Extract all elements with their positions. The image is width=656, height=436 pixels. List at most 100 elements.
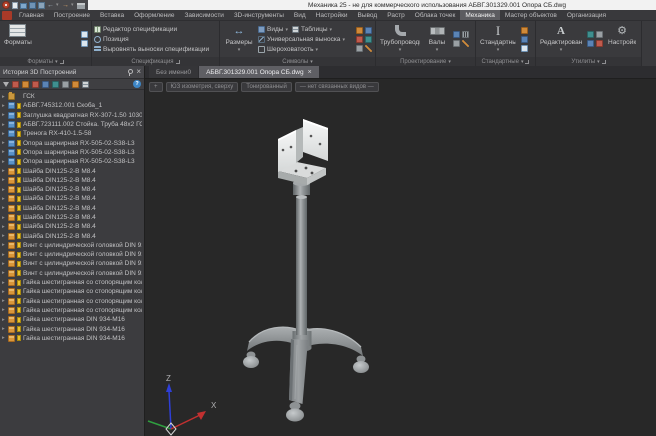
universal-leader-button[interactable]: Универсальная выноска [258, 34, 353, 44]
ribbon-tab[interactable]: Вставка [95, 10, 129, 20]
expand-arrow-icon[interactable] [2, 326, 6, 332]
weld-seam-icon[interactable] [356, 27, 363, 34]
align-leaders-button[interactable]: Выровнять выноски спецификации [94, 44, 217, 54]
ribbon-tab[interactable]: Зависимости [179, 10, 228, 20]
save-icon[interactable] [29, 2, 36, 9]
expand-arrow-icon[interactable] [2, 242, 6, 248]
tree-item[interactable]: Опора шарнирная RX-505-02-S38-L3 [0, 138, 144, 147]
standard-parts-button[interactable]: I Стандартные [478, 22, 518, 56]
expand-arrow-icon[interactable] [2, 159, 6, 165]
axis-icon[interactable] [32, 81, 39, 88]
expand-arrow-icon[interactable] [2, 224, 6, 230]
pin-icon[interactable] [127, 69, 132, 76]
expand-arrow-icon[interactable] [2, 112, 6, 118]
tree-item[interactable]: Шайба DIN125-2-B M8.4 [0, 176, 144, 185]
expand-arrow-icon[interactable] [2, 103, 6, 109]
tree-item[interactable]: ГСК [0, 92, 144, 101]
pipelines-button[interactable]: Трубопроводы [378, 22, 422, 56]
format-border-icon[interactable] [81, 40, 88, 47]
top-bracket[interactable] [278, 119, 328, 195]
dialog-launcher-icon[interactable] [176, 60, 180, 64]
new-document-icon[interactable] [12, 2, 18, 9]
expand-arrow-icon[interactable] [2, 149, 6, 155]
operation-icon[interactable] [62, 81, 69, 88]
block-icon[interactable] [521, 27, 528, 34]
save-as-icon[interactable] [38, 2, 45, 9]
expand-arrow-icon[interactable] [2, 205, 6, 211]
expand-arrow-icon[interactable] [2, 233, 6, 239]
tree-item[interactable]: Гайка шестигранная DIN 934-M16 [0, 324, 144, 333]
tolerance-icon[interactable] [356, 36, 363, 43]
position-button[interactable]: Позиция [94, 34, 217, 44]
document-tab[interactable]: Без имени0 [149, 66, 198, 78]
expand-arrow-icon[interactable] [2, 270, 6, 276]
plane-icon[interactable] [42, 81, 49, 88]
tree-item[interactable]: Шайба DIN125-2-B M8.4 [0, 231, 144, 240]
expand-arrow-icon[interactable] [2, 252, 6, 258]
rotate-icon[interactable] [596, 31, 603, 38]
hatch-icon[interactable] [365, 45, 372, 52]
marking-icon[interactable] [365, 27, 372, 34]
expand-arrow-icon[interactable] [2, 317, 6, 323]
help-icon[interactable]: ? [133, 80, 141, 88]
expand-arrow-icon[interactable] [2, 261, 6, 267]
expand-arrow-icon[interactable] [2, 307, 6, 313]
ribbon-tab[interactable]: Механика [460, 10, 500, 20]
expand-arrow-icon[interactable] [2, 168, 6, 174]
print-icon[interactable] [77, 3, 85, 9]
tree-item[interactable]: Гайка шестигранная со стопорящим кол [0, 278, 144, 287]
expand-arrow-icon[interactable] [2, 122, 6, 128]
expand-arrow-icon[interactable] [2, 280, 6, 286]
tree-item[interactable]: Винт с цилиндрической головкой DIN 91 [0, 259, 144, 268]
expand-arrow-icon[interactable] [2, 298, 6, 304]
panel-label-standards[interactable]: Стандартные [476, 57, 535, 66]
ribbon-tab[interactable]: Растр [382, 10, 410, 20]
fastener-icon[interactable] [453, 31, 460, 38]
panel-label-utilities[interactable]: Утилиты [536, 57, 641, 66]
expand-arrow-icon[interactable] [2, 187, 6, 193]
undo-icon[interactable]: ← [47, 2, 54, 9]
sketch-icon[interactable] [462, 40, 469, 47]
redo-dropdown-icon[interactable]: ▾ [71, 2, 75, 9]
shafts-button[interactable]: Валы [424, 22, 450, 56]
format-template-icon[interactable] [81, 31, 88, 38]
tree-item[interactable]: Гайка шестигранная DIN 934-M16 [0, 334, 144, 343]
ribbon-tab[interactable]: Мастер объектов [500, 10, 562, 20]
point-icon[interactable] [12, 81, 19, 88]
settings-button[interactable]: ⚙ Настройки [606, 22, 638, 56]
panel-label-formats[interactable]: Форматы [0, 57, 91, 66]
tree-item[interactable]: Винт с цилиндрической головкой DIN 91 [0, 241, 144, 250]
ribbon-tab[interactable]: Организация [562, 10, 611, 20]
sketch-tool-icon[interactable] [52, 81, 59, 88]
panel-label-design[interactable]: Проектирование [376, 57, 475, 66]
tree-item[interactable]: Гайка шестигранная со стопорящим кол [0, 297, 144, 306]
tree-item[interactable]: Тренога RX-410-1.5-58 [0, 129, 144, 138]
spring-icon[interactable] [462, 31, 469, 38]
tree-item[interactable]: Винт с цилиндрической головкой DIN 91 [0, 269, 144, 278]
ribbon-tab[interactable]: 3D-инструменты [229, 10, 289, 20]
tree-item[interactable]: Винт с цилиндрической головкой DIN 91 [0, 250, 144, 259]
profile-icon[interactable] [521, 36, 528, 43]
expand-arrow-icon[interactable] [2, 215, 6, 221]
ribbon-tab[interactable]: Главная [14, 10, 49, 20]
tree-item[interactable]: Заглушка квадратная RX-307-1.50 103094 [0, 111, 144, 120]
tree-item[interactable]: Шайба DIN125-2-B M8.4 [0, 166, 144, 175]
dialog-launcher-icon[interactable] [525, 60, 529, 64]
tables-button[interactable]: Таблицы [292, 24, 332, 34]
tree-item[interactable]: Гайка шестигранная DIN 934-M16 [0, 315, 144, 324]
tree-item[interactable]: Шайба DIN125-2-B M8.4 [0, 185, 144, 194]
sphere-icon[interactable] [22, 81, 29, 88]
expand-arrow-icon[interactable] [2, 140, 6, 146]
tree-item[interactable]: АБВГ.745312.001 Скоба_1 [0, 101, 144, 110]
filter-icon[interactable] [3, 82, 9, 87]
ribbon-tab[interactable]: Настройки [311, 10, 353, 20]
measure-icon[interactable] [587, 31, 594, 38]
grid-dots-icon[interactable] [596, 40, 603, 47]
views-button[interactable]: Виды [258, 24, 288, 34]
dimensions-button[interactable]: ↔ Размеры [222, 22, 256, 56]
panel-label-symbols[interactable]: Символы [220, 57, 375, 66]
undo-dropdown-icon[interactable]: ▾ [56, 2, 60, 9]
ribbon-tab[interactable]: Облака точек [410, 10, 461, 20]
tree-item[interactable]: Шайба DIN125-2-B M8.4 [0, 222, 144, 231]
expand-arrow-icon[interactable] [2, 177, 6, 183]
